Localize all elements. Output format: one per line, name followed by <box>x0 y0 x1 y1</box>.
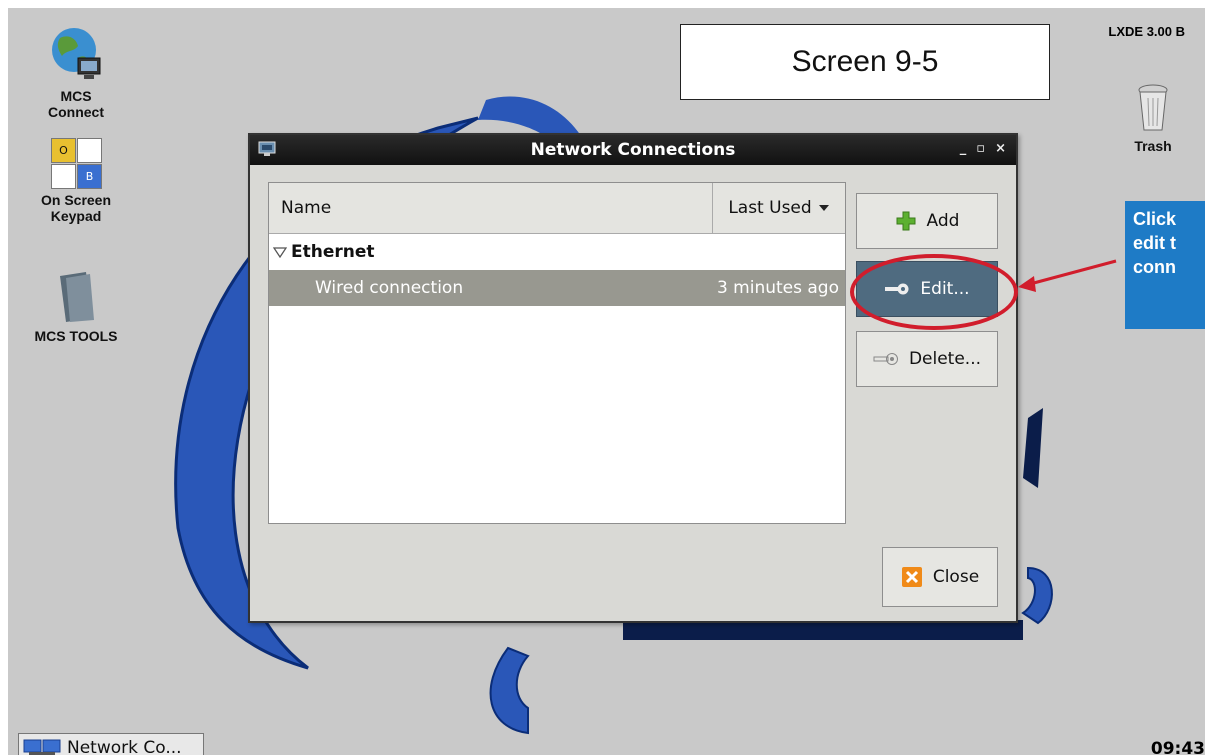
close-window-button[interactable]: × <box>995 141 1006 156</box>
group-row-ethernet[interactable]: Ethernet <box>269 234 845 270</box>
network-app-icon <box>23 739 61 755</box>
taskbar-item-label: Network Co... <box>67 738 182 755</box>
desktop: MCS Connect O B On Screen Keypad MCS TOO… <box>8 8 1205 755</box>
sort-down-icon <box>818 205 829 211</box>
mcs-connect-label-1: MCS <box>60 88 92 104</box>
column-header-name[interactable]: Name <box>269 183 713 233</box>
window-titlebar[interactable]: Network Connections _ ▫ × <box>250 135 1016 165</box>
mcs-tools-label: MCS TOOLS <box>34 328 118 344</box>
list-header: Name Last Used <box>269 183 845 234</box>
maximize-button[interactable]: ▫ <box>976 141 985 156</box>
mcs-connect-shortcut[interactable]: MCS Connect <box>26 24 126 120</box>
expander-triangle-icon[interactable] <box>273 246 287 258</box>
globe-computer-icon <box>52 28 101 79</box>
network-connections-window: Network Connections _ ▫ × Name Last Used <box>248 133 1018 623</box>
connections-list: Name Last Used Ethernet Wired connection… <box>268 182 846 524</box>
screen-caption: Screen 9-5 <box>680 24 1050 100</box>
add-button[interactable]: Add <box>856 193 998 249</box>
instruction-callout: Click edit t conn <box>1125 201 1205 329</box>
keypad-icon: O B <box>51 138 102 189</box>
mcs-tools-shortcut[interactable]: MCS TOOLS <box>26 270 126 344</box>
minimize-button[interactable]: _ <box>960 141 967 156</box>
on-screen-keypad-shortcut[interactable]: O B On Screen Keypad <box>26 138 126 224</box>
column-header-last-used[interactable]: Last Used <box>713 183 845 233</box>
close-x-icon <box>901 567 922 587</box>
version-label: LXDE 3.00 B <box>1108 24 1185 39</box>
network-app-icon <box>258 141 276 156</box>
clock: 09:43 <box>1150 739 1205 755</box>
connection-row[interactable]: Wired connection 3 minutes ago <box>269 270 845 306</box>
connection-name: Wired connection <box>315 278 464 298</box>
keypad-key-o: O <box>51 138 76 163</box>
window-title: Network Connections <box>530 140 736 160</box>
column-last-used-label: Last Used <box>728 198 812 218</box>
plus-icon <box>896 211 916 231</box>
add-button-label: Add <box>926 211 960 231</box>
callout-line-2: edit t <box>1133 233 1176 253</box>
close-button-label: Close <box>932 567 980 587</box>
mcs-connect-label-2: Connect <box>48 104 104 120</box>
trash-shortcut[interactable]: Trash <box>1103 82 1203 154</box>
folder-icon <box>60 272 94 322</box>
keypad-label-2: Keypad <box>50 208 102 224</box>
taskbar-network-item[interactable]: Network Co... <box>18 733 204 755</box>
trash-icon <box>1138 84 1168 131</box>
delete-button-label: Delete... <box>908 349 982 369</box>
group-label: Ethernet <box>291 242 375 262</box>
delete-button[interactable]: Delete... <box>856 331 998 387</box>
key-icon <box>873 353 898 365</box>
connection-last-used: 3 minutes ago <box>716 278 839 298</box>
highlight-ellipse <box>850 254 1018 330</box>
close-button[interactable]: Close <box>882 547 998 607</box>
trash-label: Trash <box>1134 138 1172 154</box>
callout-line-3: conn <box>1133 257 1176 277</box>
keypad-key-b: B <box>77 164 102 189</box>
column-name-label: Name <box>281 198 332 218</box>
keypad-label-1: On Screen <box>40 192 112 208</box>
callout-line-1: Click <box>1133 209 1177 229</box>
